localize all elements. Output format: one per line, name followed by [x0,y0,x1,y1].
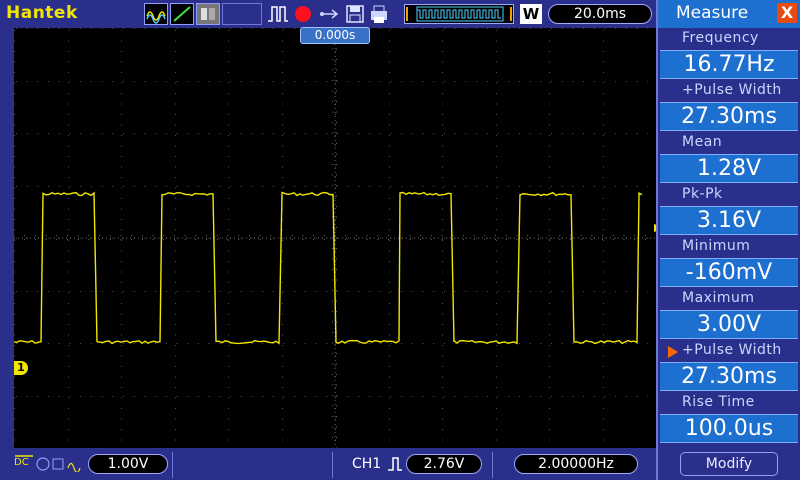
ch1-trace [14,191,643,345]
measure-value-frequency[interactable]: 16.77Hz [660,50,798,79]
close-button[interactable]: X [777,3,797,23]
rising-edge-trigger-icon [386,456,404,472]
measure-label-pulse-width: +Pulse Width [682,82,782,98]
measure-label-rise-time: Rise Time [682,394,755,410]
grid-and-trace [14,28,656,448]
bottom-status-bar: DC 1.00V CH1 2.76V 2.00000Hz [0,450,656,480]
measure-header: Measure X [658,0,800,28]
record-icon[interactable] [292,3,314,25]
usb-icon[interactable] [318,3,340,25]
trigger-source-label[interactable]: CH1 [352,456,381,472]
save-icon[interactable] [344,3,366,25]
status-divider [172,452,173,478]
selected-item-arrow-icon [668,346,678,358]
measure-panel: Measure X Frequency 16.77Hz +Pulse Width… [656,0,800,480]
persistence-icon[interactable] [196,3,220,25]
measure-value-pk-pk[interactable]: 3.16V [660,206,798,235]
ch1-volts-per-div[interactable]: 1.00V [88,454,168,474]
top-toolbar: Hantek W 20.0ms [0,0,656,28]
waveform-mode-icon[interactable] [144,3,168,25]
measure-value-pulse-width-2[interactable]: 27.30ms [660,362,798,391]
measure-label-frequency: Frequency [682,30,759,46]
measure-title: Measure [676,3,749,23]
trigger-position-marker[interactable]: 0.000s [300,27,370,44]
ch1-ground-marker[interactable]: 1 [14,361,28,375]
measure-label-pk-pk: Pk-Pk [682,186,723,202]
pulse-trigger-icon[interactable] [266,3,290,25]
waveform-position-bar[interactable] [404,4,514,24]
measure-label-mean: Mean [682,134,723,150]
measure-value-pulse-width[interactable]: 27.30ms [660,102,798,131]
blank-status-slot [222,3,262,25]
measure-label-maximum: Maximum [682,290,755,306]
trigger-frequency-readout[interactable]: 2.00000Hz [514,454,638,474]
trigger-level-readout[interactable]: 2.76V [406,454,482,474]
measure-value-minimum[interactable]: -160mV [660,258,798,287]
brand-logo: Hantek [6,3,78,23]
ch1-coupling-text: DC [14,457,29,468]
status-divider [492,452,493,478]
measure-label-minimum: Minimum [682,238,751,254]
measure-value-mean[interactable]: 1.28V [660,154,798,183]
measure-value-maximum[interactable]: 3.00V [660,310,798,339]
ch1-coupling-label[interactable]: DC [14,454,34,468]
acquire-mode-badge: W [520,4,542,24]
modify-button[interactable]: Modify [680,452,778,476]
status-divider [332,452,333,478]
measure-label-pulse-width-2: +Pulse Width [682,342,782,358]
waveform-display[interactable]: 0.000s 1 [14,27,666,448]
print-icon[interactable] [368,3,390,25]
measure-value-rise-time[interactable]: 100.0us [660,414,798,443]
trigger-edge-icon[interactable] [170,3,194,25]
probe-bandwidth-icons[interactable] [36,456,82,474]
timebase-readout[interactable]: 20.0ms [548,4,652,24]
